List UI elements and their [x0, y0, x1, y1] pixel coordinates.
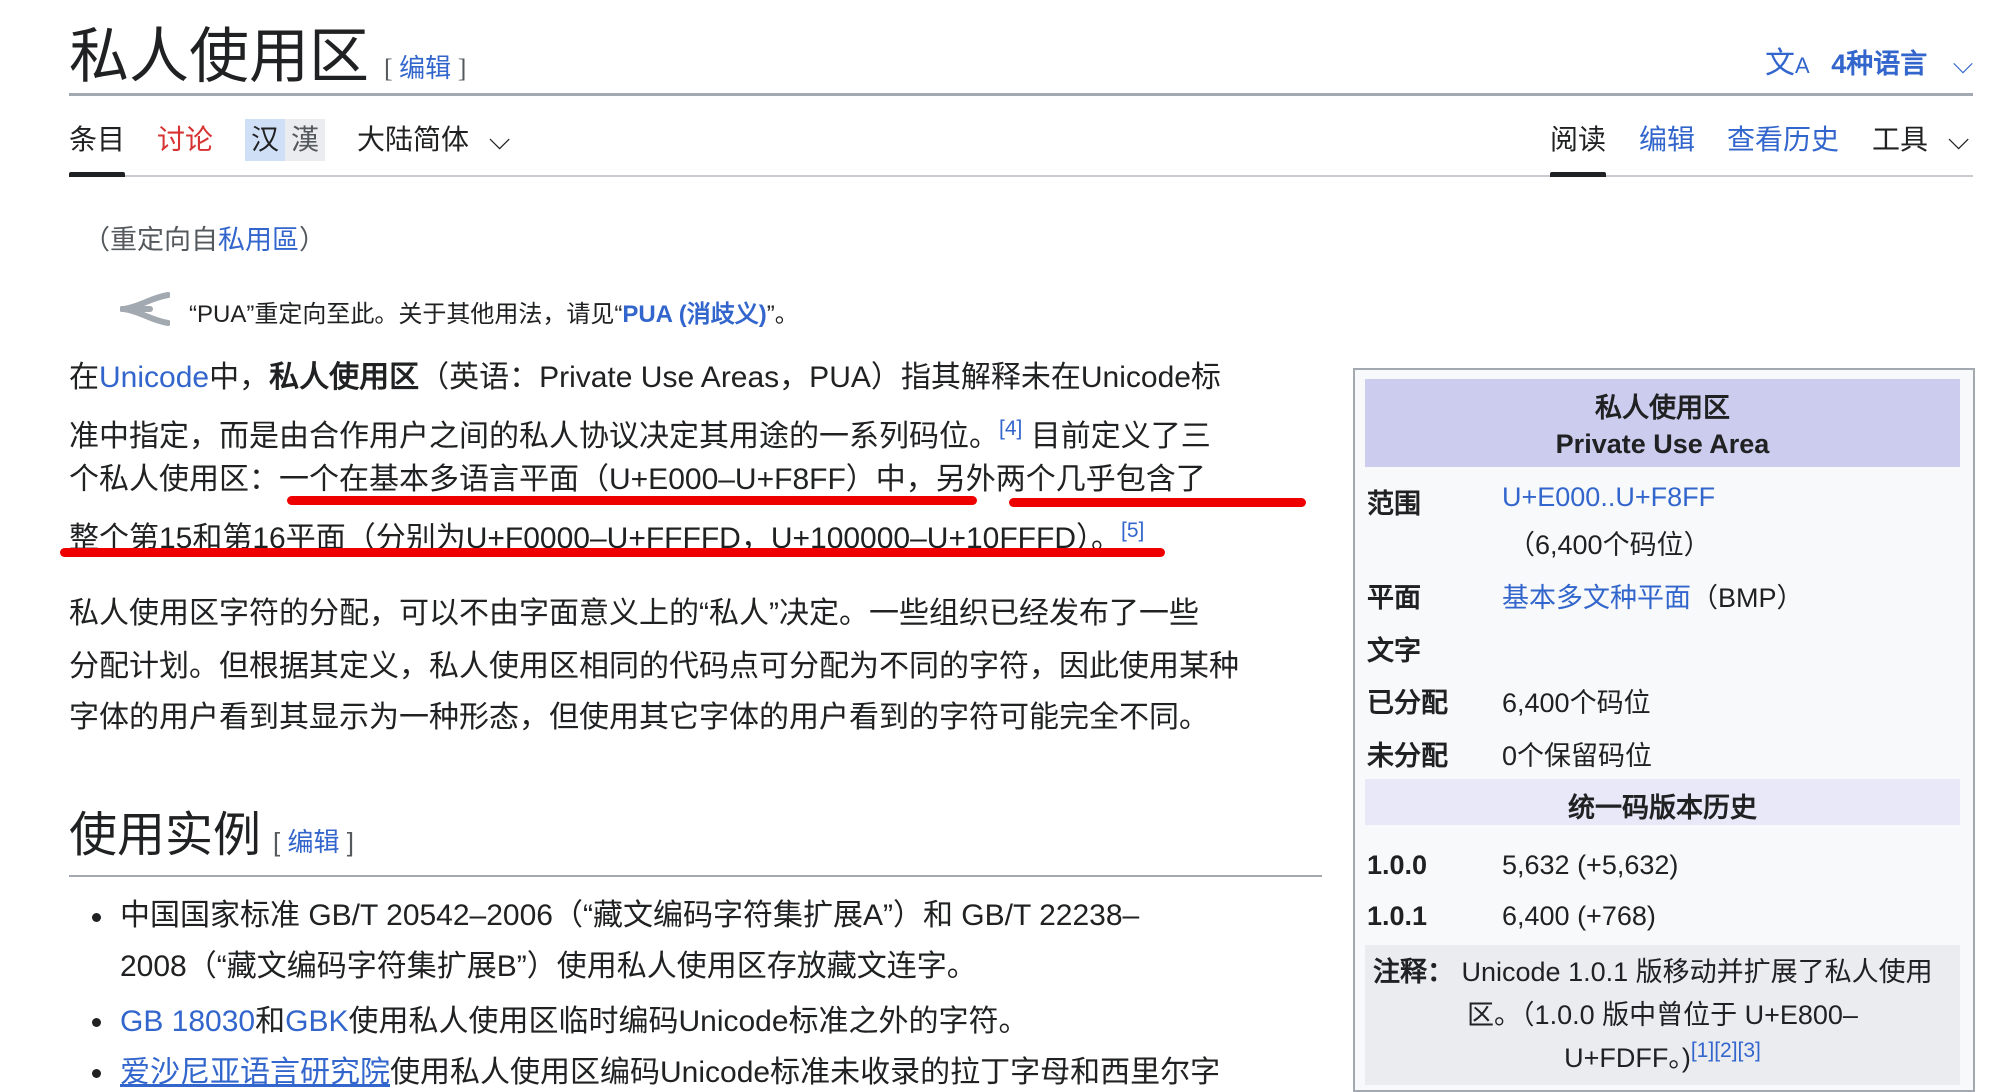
tab-read[interactable]: 阅读 — [1550, 122, 1606, 158]
tab-edit[interactable]: 编辑 — [1639, 122, 1695, 158]
page-title: 私人使用区 [ 编辑 ] — [69, 22, 466, 104]
variant-traditional[interactable]: 漢 — [285, 119, 325, 161]
hatnote: “PUA”重定向至此。关于其他用法，请见“PUA (消歧义)”。 — [189, 294, 799, 329]
reference-5[interactable]: [5] — [1121, 519, 1144, 542]
chevron-down-icon: ⌵ — [1948, 124, 1969, 155]
para1-line3: 个私人使用区：一个在基本多语言平面（U+E000–U+F8FF）中，另外两个几乎… — [69, 462, 1206, 498]
para2-line3: 字体的用户看到其显示为一种形态，但使用其它字体的用户看到的字符可能完全不同。 — [69, 700, 1209, 736]
reference-4[interactable]: [4] — [999, 417, 1022, 440]
para2-line2: 分配计划。但根据其定义，私人使用区相同的代码点可分配为不同的字符，因此使用某种 — [69, 649, 1239, 685]
estonian-institute-link[interactable]: 爱沙尼亚语言研究院 — [120, 1056, 390, 1089]
translate-icon: 文A — [1765, 47, 1810, 80]
gb18030-link[interactable]: GB 18030 — [120, 1005, 255, 1038]
disambiguation-icon — [120, 292, 170, 326]
infobox-label: 平面 — [1367, 576, 1421, 615]
unassigned-value: 0个保留码位 — [1502, 734, 1652, 773]
version-label: 1.0.1 — [1367, 901, 1427, 932]
assigned-value: 6,400个码位 — [1502, 681, 1651, 720]
bmp-link[interactable]: 基本多文种平面 — [1502, 583, 1691, 613]
list-item-cont: 2008（“藏文编码字符集扩展B”）使用私人使用区存放藏文连字。 — [120, 949, 977, 985]
title-edit-link[interactable]: 编辑 — [399, 54, 451, 83]
language-button[interactable]: 文A 4种语言 ⌵ — [1765, 38, 1973, 82]
unicode-link[interactable]: Unicode — [99, 361, 209, 394]
infobox-label: 未分配 — [1367, 734, 1448, 773]
section-heading: 使用实例 [ 编辑 ] — [69, 806, 354, 872]
list-bullet — [92, 1069, 101, 1078]
infobox-label: 范围 — [1367, 482, 1421, 521]
list-bullet — [92, 1018, 101, 1027]
infobox-title: 私人使用区 — [1365, 386, 1960, 425]
para1-line1: 在Unicode中，私人使用区（英语：Private Use Areas，PUA… — [69, 360, 1221, 396]
tab-history[interactable]: 查看历史 — [1727, 122, 1839, 158]
version-label: 1.0.0 — [1367, 850, 1427, 881]
chevron-down-icon: ⌵ — [489, 124, 510, 155]
red-underline-annotation — [287, 496, 977, 505]
note-line1: 注释： Unicode 1.0.1 版移动并扩展了私人使用 — [1373, 950, 1933, 989]
tab-article[interactable]: 条目 — [69, 122, 125, 158]
variant-simplified[interactable]: 汉 — [245, 119, 285, 161]
section-divider — [69, 875, 1322, 877]
chevron-down-icon: ⌵ — [1953, 49, 1973, 79]
list-item: 中国国家标准 GB/T 20542–2006（“藏文编码字符集扩展A”）和 GB… — [120, 898, 1139, 934]
redirect-note: （重定向自私用區） — [83, 218, 326, 257]
list-bullet — [92, 913, 101, 922]
plane-value: 基本多文种平面（BMP） — [1502, 576, 1804, 615]
tools-dropdown[interactable]: 工具⌵ — [1872, 122, 1969, 158]
list-item: GB 18030和GBK使用私人使用区临时编码Unicode标准之外的字符。 — [120, 1004, 1029, 1040]
history-title: 统一码版本历史 — [1365, 786, 1960, 825]
range-count: （6,400个码位） — [1508, 523, 1711, 562]
note-line2: 区。（1.0.0 版中曾位于 U+E800– — [1365, 993, 1960, 1032]
tab-talk[interactable]: 讨论 — [157, 122, 213, 158]
red-underline-annotation — [1009, 498, 1306, 507]
infobox-subtitle: Private Use Area — [1365, 429, 1960, 460]
tab-read-indicator — [1550, 172, 1606, 177]
range-link[interactable]: U+E000..U+F8FF — [1502, 482, 1715, 513]
infobox-label: 文字 — [1367, 629, 1421, 668]
para1-line2: 准中指定，而是由合作用户之间的私人协议决定其用途的一系列码位。[4] 目前定义了… — [69, 411, 1211, 455]
section-edit-link[interactable]: 编辑 — [287, 827, 339, 857]
para2-line1: 私人使用区字符的分配，可以不由字面意义上的“私人”决定。一些组织已经发布了一些 — [69, 596, 1199, 632]
gbk-link[interactable]: GBK — [285, 1005, 348, 1038]
infobox-label: 已分配 — [1367, 681, 1448, 720]
list-item: 爱沙尼亚语言研究院使用私人使用区编码Unicode标准未收录的拉丁字母和西里尔字 — [120, 1055, 1220, 1091]
note-line3: U+FDFF。)[1][2][3] — [1365, 1036, 1960, 1075]
version-value: 5,632 (+5,632) — [1502, 850, 1678, 881]
red-underline-annotation — [60, 548, 1165, 557]
hatnote-link[interactable]: PUA (消歧义) — [622, 301, 766, 328]
title-edit-section: [ 编辑 ] — [384, 54, 466, 83]
version-value: 6,400 (+768) — [1502, 901, 1656, 932]
note-references[interactable]: [1][2][3] — [1691, 1039, 1761, 1062]
variant-dropdown[interactable]: 大陆简体⌵ — [357, 122, 510, 158]
tabs-divider — [69, 175, 1973, 177]
tab-article-indicator — [69, 172, 125, 177]
title-divider — [69, 93, 1973, 96]
redirect-link[interactable]: 私用區 — [218, 225, 299, 255]
